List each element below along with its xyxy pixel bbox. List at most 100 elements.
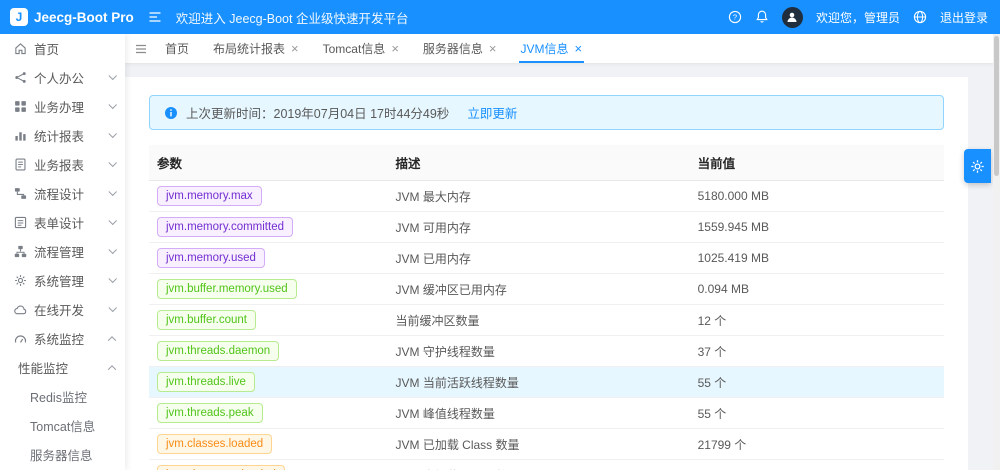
info-icon bbox=[164, 106, 178, 120]
tab-label: JVM信息 bbox=[521, 40, 569, 57]
sidebar-item-tomcat-info[interactable]: Tomcat信息 bbox=[0, 411, 125, 440]
refresh-now-link[interactable]: 立即更新 bbox=[467, 103, 517, 122]
content-card: 上次更新时间：2019年07月04日 17时44分49秒 立即更新 参数 描述 … bbox=[125, 77, 968, 470]
tab-list: 首页布局统计报表×Tomcat信息×服务器信息×JVM信息× bbox=[153, 34, 594, 63]
tab-close-icon[interactable]: × bbox=[575, 42, 583, 55]
dashboard-icon bbox=[14, 332, 27, 345]
row-desc-cell: JVM 已加载 Class 数量 bbox=[388, 429, 690, 460]
chevron-down-icon bbox=[108, 100, 116, 108]
scrollbar[interactable] bbox=[993, 34, 1000, 470]
tab-close-icon[interactable]: × bbox=[391, 42, 399, 55]
menu-fold-icon[interactable] bbox=[148, 10, 162, 24]
tab-bar: 首页布局统计报表×Tomcat信息×服务器信息×JVM信息× bbox=[125, 34, 1000, 64]
sidebar-item-performance-monitor[interactable]: 性能监控 bbox=[0, 353, 125, 382]
chevron-down-icon bbox=[108, 274, 116, 282]
table-row[interactable]: jvm.memory.maxJVM 最大内存5180.000 MB bbox=[149, 181, 944, 212]
chevron-down-icon bbox=[108, 158, 116, 166]
gear-icon bbox=[14, 274, 27, 287]
sidebar-item-server-info[interactable]: 服务器信息 bbox=[0, 440, 125, 469]
user-greeting[interactable]: 欢迎您，管理员 bbox=[816, 9, 900, 26]
row-desc-cell: JVM 缓冲区已用内存 bbox=[388, 274, 690, 305]
sidebar-item-redis-monitor[interactable]: Redis监控 bbox=[0, 382, 125, 411]
sidebar-item-personal-office[interactable]: 个人办公 bbox=[0, 63, 125, 92]
table-row[interactable]: jvm.classes.loadedJVM 已加载 Class 数量21799 … bbox=[149, 429, 944, 460]
share-icon bbox=[14, 71, 27, 84]
column-header-value: 当前值 bbox=[690, 145, 944, 181]
sidebar-item-form-design[interactable]: 表单设计 bbox=[0, 208, 125, 237]
tab-label: 首页 bbox=[165, 40, 189, 57]
row-param-cell: jvm.memory.committed bbox=[149, 212, 388, 243]
tab-tomcat-info[interactable]: Tomcat信息 × bbox=[311, 34, 411, 63]
chevron-up-icon bbox=[108, 365, 116, 373]
sidebar-item-system-monitor[interactable]: 系统监控 bbox=[0, 324, 125, 353]
tab-label: 布局统计报表 bbox=[213, 40, 285, 57]
table-row[interactable]: jvm.buffer.memory.usedJVM 缓冲区已用内存0.094 M… bbox=[149, 274, 944, 305]
scrollbar-thumb[interactable] bbox=[994, 36, 999, 176]
table-row[interactable]: jvm.memory.usedJVM 已用内存1025.419 MB bbox=[149, 243, 944, 274]
report-icon bbox=[14, 158, 27, 171]
sidebar-item-label: Tomcat信息 bbox=[30, 416, 95, 435]
sidebar-item-stats-report[interactable]: 统计报表 bbox=[0, 121, 125, 150]
sidebar-item-home[interactable]: 首页 bbox=[0, 34, 125, 63]
row-value-cell: 0 个 bbox=[690, 460, 944, 470]
tab-home[interactable]: 首页 bbox=[153, 34, 201, 63]
row-desc-cell: JVM 已用内存 bbox=[388, 243, 690, 274]
sidebar-item-system-management[interactable]: 系统管理 bbox=[0, 266, 125, 295]
table-row[interactable]: jvm.threads.peakJVM 峰值线程数量55 个 bbox=[149, 398, 944, 429]
row-param-cell: jvm.buffer.memory.used bbox=[149, 274, 388, 305]
sidebar-item-label: 个人办公 bbox=[34, 68, 84, 87]
sidebar-item-process-design[interactable]: 流程设计 bbox=[0, 179, 125, 208]
tab-label: Tomcat信息 bbox=[323, 40, 386, 57]
sidebar-item-label: 服务器信息 bbox=[30, 445, 93, 464]
row-value-cell: 55 个 bbox=[690, 398, 944, 429]
tab-jvm-info[interactable]: JVM信息 × bbox=[509, 34, 595, 63]
row-desc-cell: JVM 可用内存 bbox=[388, 212, 690, 243]
main-content: 上次更新时间：2019年07月04日 17时44分49秒 立即更新 参数 描述 … bbox=[125, 64, 1000, 470]
param-tag: jvm.classes.unloaded bbox=[157, 465, 285, 470]
avatar[interactable] bbox=[782, 7, 803, 28]
tab-close-icon[interactable]: × bbox=[291, 42, 299, 55]
tab-layout-stats[interactable]: 布局统计报表 × bbox=[201, 34, 311, 63]
tab-close-icon[interactable]: × bbox=[489, 42, 497, 55]
table-row[interactable]: jvm.threads.liveJVM 当前活跃线程数量55 个 bbox=[149, 367, 944, 398]
sidebar-menu: 首页个人办公业务办理统计报表业务报表流程设计表单设计流程管理系统管理在线开发系统… bbox=[0, 34, 125, 469]
column-header-param: 参数 bbox=[149, 145, 388, 181]
sidebar-item-label: 流程管理 bbox=[34, 242, 84, 261]
bell-icon[interactable] bbox=[755, 10, 769, 24]
svg-text:?: ? bbox=[733, 13, 737, 22]
param-tag: jvm.classes.loaded bbox=[157, 434, 272, 454]
param-tag: jvm.threads.daemon bbox=[157, 341, 279, 361]
globe-icon[interactable] bbox=[913, 10, 927, 24]
welcome-text: 欢迎进入 Jeecg-Boot 企业级快速开发平台 bbox=[176, 8, 409, 27]
param-tag: jvm.buffer.count bbox=[157, 310, 256, 330]
chevron-down-icon bbox=[108, 71, 116, 79]
param-tag: jvm.memory.max bbox=[157, 186, 262, 206]
row-value-cell: 12 个 bbox=[690, 305, 944, 336]
sidebar-item-business-report[interactable]: 业务报表 bbox=[0, 150, 125, 179]
table-row[interactable]: jvm.buffer.count当前缓冲区数量12 个 bbox=[149, 305, 944, 336]
sidebar-item-process-management[interactable]: 流程管理 bbox=[0, 237, 125, 266]
row-value-cell: 0.094 MB bbox=[690, 274, 944, 305]
settings-button[interactable] bbox=[964, 149, 991, 183]
logout-link[interactable]: 退出登录 bbox=[940, 9, 988, 26]
help-icon[interactable]: ? bbox=[728, 10, 742, 24]
row-desc-cell: JVM 最大内存 bbox=[388, 181, 690, 212]
sidebar-item-label: 系统管理 bbox=[34, 271, 84, 290]
row-desc-cell: JVM 守护线程数量 bbox=[388, 336, 690, 367]
sidebar: 首页个人办公业务办理统计报表业务报表流程设计表单设计流程管理系统管理在线开发系统… bbox=[0, 34, 125, 470]
table-row[interactable]: jvm.threads.daemonJVM 守护线程数量37 个 bbox=[149, 336, 944, 367]
sidebar-item-label: 系统监控 bbox=[34, 329, 84, 348]
flow-icon bbox=[14, 187, 27, 200]
chevron-down-icon bbox=[108, 187, 116, 195]
row-param-cell: jvm.memory.used bbox=[149, 243, 388, 274]
sidebar-item-online-dev[interactable]: 在线开发 bbox=[0, 295, 125, 324]
table-row[interactable]: jvm.memory.committedJVM 可用内存1559.945 MB bbox=[149, 212, 944, 243]
logo-text: Jeecg-Boot Pro bbox=[34, 10, 134, 25]
table-row[interactable]: jvm.classes.unloadedJVM 未加载 Class 数量0 个 bbox=[149, 460, 944, 470]
table-header-row: 参数 描述 当前值 bbox=[149, 145, 944, 181]
sidebar-item-label: 流程设计 bbox=[34, 184, 84, 203]
tab-server-info[interactable]: 服务器信息× bbox=[411, 34, 509, 63]
tabs-menu-icon[interactable] bbox=[129, 34, 153, 63]
sidebar-item-business-handling[interactable]: 业务办理 bbox=[0, 92, 125, 121]
logo[interactable]: J Jeecg-Boot Pro bbox=[0, 8, 134, 26]
